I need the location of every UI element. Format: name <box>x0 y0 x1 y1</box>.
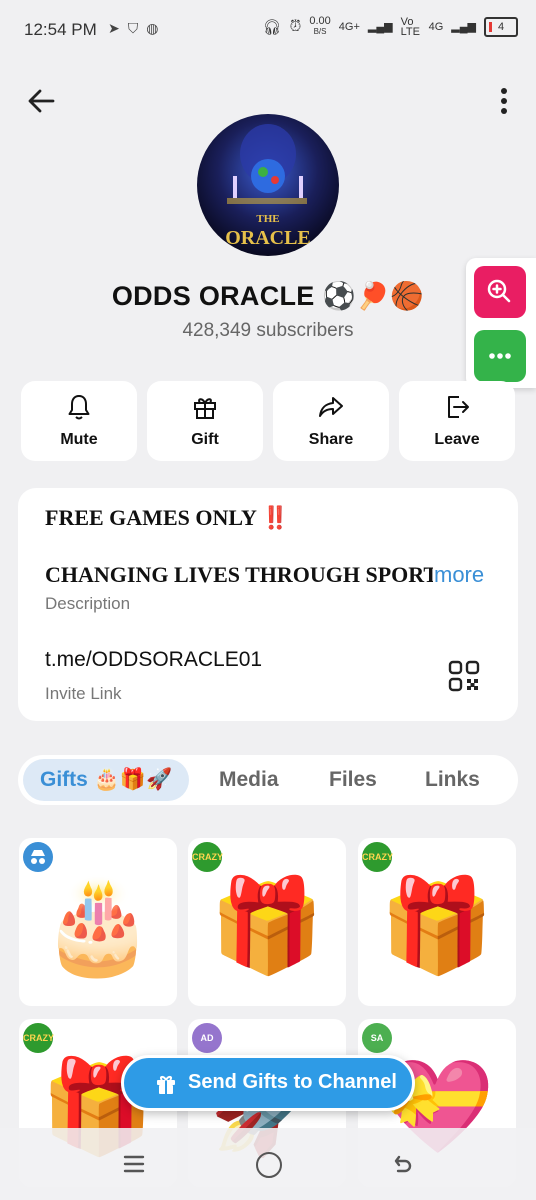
headset-icon: 🎧︎ <box>262 18 282 36</box>
notification-icons: ➤ ⛉ ◍ <box>108 20 158 37</box>
signal-bars-icon-2: ▂▄▆ <box>451 21 476 33</box>
share-icon <box>319 397 343 417</box>
status-time: 12:54 PM <box>24 20 97 39</box>
leave-label: Leave <box>434 431 480 448</box>
net-speed: 0.00 B/S <box>309 16 330 37</box>
description-line-1: FREE GAMES ONLY ‼️ <box>45 505 289 531</box>
more-options-icon[interactable] <box>500 88 508 114</box>
leave-icon <box>448 396 469 418</box>
back-nav-icon[interactable] <box>390 1152 414 1176</box>
send-gifts-button[interactable]: Send Gifts to Channel <box>121 1055 415 1111</box>
send-gifts-label: Send Gifts to Channel <box>188 1071 397 1093</box>
double-exclamation-emoji: ‼️ <box>261 505 289 530</box>
tab-media[interactable]: Media <box>219 768 279 792</box>
qr-code-icon[interactable] <box>448 660 480 692</box>
back-arrow-icon[interactable] <box>26 86 56 116</box>
globe-icon: ◍ <box>146 20 159 36</box>
more-link[interactable]: more <box>434 562 484 588</box>
gift-button[interactable]: Gift <box>147 381 263 461</box>
battery-icon: 4 <box>484 16 518 37</box>
gift-item[interactable]: CRAZY 🎁 <box>358 838 516 1006</box>
signal-4g: 4G <box>428 20 444 33</box>
leave-button[interactable]: Leave <box>399 381 515 461</box>
description-label: Description <box>45 594 131 613</box>
description-line-2: CHANGING LIVES THROUGH SPORTS <box>45 562 433 587</box>
gift-emoji: 🎁 <box>379 875 495 977</box>
gift-item[interactable]: 🎂 <box>19 838 177 1006</box>
telegram-icon: ➤ <box>108 20 120 36</box>
net-speed-unit: B/S <box>313 27 327 36</box>
mute-button[interactable]: Mute <box>21 381 137 461</box>
signal-bars-icon: ▂▄▆ <box>367 21 393 33</box>
home-icon[interactable] <box>256 1152 282 1178</box>
status-right: 🎧︎ ⏰︎ 0.00 B/S 4G+ ▂▄▆ Vo LTE 4G ▂▄▆ 4 <box>263 16 518 37</box>
channel-name: ODDS ORACLE ⚽🏓🏀 <box>111 281 425 311</box>
mute-label: Mute <box>60 431 98 448</box>
alarm-icon: ⏰︎ <box>289 18 302 35</box>
invite-link-label: Invite Link <box>45 684 122 703</box>
more-button[interactable] <box>474 330 526 382</box>
volte-label: Vo LTE <box>400 15 420 38</box>
recent-apps-icon[interactable] <box>122 1152 146 1176</box>
share-label: Share <box>308 431 354 448</box>
svg-text:ORACLE: ORACLE <box>225 227 311 249</box>
gift-emoji: 🎁 <box>209 875 325 977</box>
invite-link[interactable]: t.me/ODDSORACLE01 <box>45 648 262 672</box>
tab-gifts[interactable]: Gifts 🎂🎁🚀 <box>40 768 172 792</box>
channel-avatar[interactable]: THE ORACLE <box>197 114 339 256</box>
gift-emoji: 🎂 <box>40 875 156 977</box>
zoom-button[interactable] <box>474 266 526 318</box>
zoom-in-icon <box>487 279 511 303</box>
net-speed-value: 0.00 <box>309 15 331 27</box>
share-button[interactable]: Share <box>273 381 389 461</box>
signal-4g-plus: 4G+ <box>338 20 360 33</box>
gift-icon <box>157 1076 175 1094</box>
tab-files[interactable]: Files <box>329 768 377 792</box>
status-bar: 12:54 PM ➤ ⛉ ◍ 🎧︎ ⏰︎ 0.00 B/S 4G+ ▂▄▆ Vo… <box>0 0 536 60</box>
subscriber-count: 428,349 subscribers <box>182 320 354 341</box>
svg-text:THE: THE <box>256 213 279 225</box>
ellipsis-icon <box>489 353 511 359</box>
bell-icon <box>68 395 90 420</box>
shield-icon: ⛉ <box>127 20 139 36</box>
gift-item[interactable]: CRAZY 🎁 <box>188 838 346 1006</box>
tab-links[interactable]: Links <box>425 768 480 792</box>
gift-icon <box>194 398 216 419</box>
oracle-logo-image: THE ORACLE <box>225 124 311 249</box>
gift-label: Gift <box>191 431 219 448</box>
description-line-1-text: FREE GAMES ONLY <box>45 505 262 530</box>
